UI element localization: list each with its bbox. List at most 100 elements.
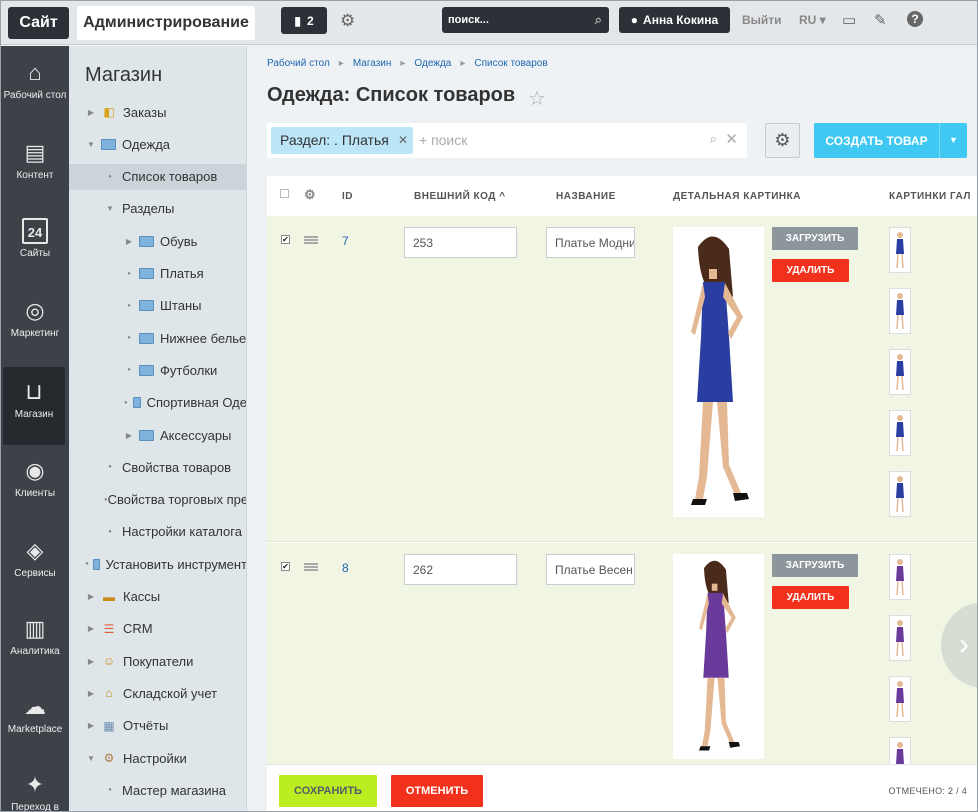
name-input[interactable]: Платье Модни xyxy=(546,227,635,258)
sidebar-item-7[interactable]: ● Нижнее белье xyxy=(69,325,246,351)
select-all-checkbox[interactable] xyxy=(280,189,289,198)
sidebar-item-8[interactable]: ● Футболки xyxy=(69,357,246,383)
sidebar-item-3[interactable]: ▼ Разделы xyxy=(69,196,246,222)
filter-search-bar[interactable]: Раздел: . Платья ✕ + поиск ⌕ ✕ xyxy=(267,123,747,158)
external-code-input[interactable]: 262 xyxy=(404,554,517,585)
nav-item-4[interactable]: ⊔ Магазин xyxy=(3,367,65,445)
gallery-thumbnail[interactable] xyxy=(889,410,911,456)
nav-item-2[interactable]: 24 Сайты xyxy=(1,206,69,284)
external-code-input[interactable]: 253 xyxy=(404,227,517,258)
upload-button[interactable]: ЗАГРУЗИТЬ xyxy=(772,554,858,577)
chevron-right-icon[interactable]: ▶ xyxy=(85,624,97,633)
create-product-button[interactable]: СОЗДАТЬ ТОВАР ▼ xyxy=(814,123,967,158)
chevron-down-icon[interactable]: ▼ xyxy=(104,204,116,213)
column-name[interactable]: НАЗВАНИЕ xyxy=(556,191,616,202)
nav-item-6[interactable]: ◈ Сервисы xyxy=(1,526,69,604)
chevron-right-icon[interactable]: ▶ xyxy=(85,108,97,117)
drag-handle-icon[interactable] xyxy=(304,236,318,244)
sidebar-item-20[interactable]: ▼ ⚙ Настройки xyxy=(69,745,246,771)
table-row[interactable]: ✔ 8 262 Платье Весен ЗАГРУЗИТЬ УДАЛИТЬ xyxy=(267,543,977,764)
chevron-right-icon[interactable]: ▶ xyxy=(85,721,97,730)
gallery-thumbnail[interactable] xyxy=(889,288,911,334)
sidebar-item-19[interactable]: ▶ ▦ Отчёты xyxy=(69,713,246,739)
gallery-thumbnail[interactable] xyxy=(889,615,911,661)
sidebar-item-6[interactable]: ● Штаны xyxy=(69,293,246,319)
sidebar-item-18[interactable]: ▶ ⌂ Складской учет xyxy=(69,680,246,706)
nav-item-1[interactable]: ▤ Контент xyxy=(1,128,69,206)
help-icon[interactable]: ? xyxy=(907,11,923,27)
filter-chip[interactable]: Раздел: . Платья ✕ xyxy=(271,127,413,154)
settings-button[interactable]: ⚙ xyxy=(765,123,800,158)
breadcrumb-item[interactable]: Магазин xyxy=(353,58,392,69)
chevron-down-icon[interactable]: ▼ xyxy=(85,140,97,149)
table-row[interactable]: ✔ 7 253 Платье Модни ЗАГРУЗИТЬ УДАЛИТЬ xyxy=(267,216,977,542)
gallery-thumbnail[interactable] xyxy=(889,349,911,395)
search-icon[interactable]: ⌕ xyxy=(595,12,602,28)
logout-link[interactable]: Выйти xyxy=(742,13,782,27)
close-icon[interactable]: ✕ xyxy=(398,133,408,147)
column-gallery[interactable]: КАРТИНКИ ГАЛ xyxy=(889,191,971,202)
language-selector[interactable]: RU ▾ xyxy=(799,13,826,27)
sidebar-item-17[interactable]: ▶ ☺ Покупатели xyxy=(69,648,246,674)
column-external-code[interactable]: ВНЕШНИЙ КОД ^ xyxy=(414,191,506,202)
sidebar-item-13[interactable]: ● Настройки каталога xyxy=(69,519,246,545)
sidebar-item-11[interactable]: ● Свойства товаров xyxy=(69,454,246,480)
gallery-thumbnail[interactable] xyxy=(889,676,911,722)
row-checkbox[interactable]: ✔ xyxy=(281,562,290,571)
notifications-button[interactable]: ▮ 2 xyxy=(281,7,327,34)
gallery-thumbnail[interactable] xyxy=(889,227,911,273)
sidebar-item-21[interactable]: ● Мастер магазина xyxy=(69,777,246,803)
sidebar-item-10[interactable]: ▶ Аксессуары xyxy=(69,422,246,448)
nav-item-0[interactable]: ⌂ Рабочий стол xyxy=(1,48,69,126)
global-search-input[interactable]: поиск... ⌕ xyxy=(442,7,609,33)
nav-item-7[interactable]: ▥ Аналитика xyxy=(1,604,69,682)
sidebar-item-0[interactable]: ▶ ◧ Заказы xyxy=(69,99,246,125)
chevron-right-icon[interactable]: ▶ xyxy=(123,237,135,246)
sidebar-item-12[interactable]: ● Свойства торговых пре xyxy=(69,487,246,513)
nav-item-5[interactable]: ◉ Клиенты xyxy=(1,446,69,524)
site-tab[interactable]: Сайт xyxy=(8,7,69,39)
chevron-down-icon[interactable]: ▼ xyxy=(939,123,967,158)
delete-button[interactable]: УДАЛИТЬ xyxy=(772,586,849,609)
nav-item-3[interactable]: ◎ Маркетинг xyxy=(1,286,69,364)
admin-tab[interactable]: Администрирование xyxy=(77,6,255,40)
sidebar-item-15[interactable]: ▶ ▬ Кассы xyxy=(69,584,246,610)
save-button[interactable]: СОХРАНИТЬ xyxy=(279,775,377,807)
name-input[interactable]: Платье Весен xyxy=(546,554,635,585)
column-detail-picture[interactable]: ДЕТАЛЬНАЯ КАРТИНКА xyxy=(673,191,801,202)
sidebar-item-16[interactable]: ▶ ☰ CRM xyxy=(69,616,246,642)
keyboard-icon[interactable]: ▭ xyxy=(842,11,856,29)
nav-item-8[interactable]: ☁ Marketplace xyxy=(1,682,69,760)
search-icon[interactable]: ⌕ xyxy=(710,131,717,147)
chevron-down-icon[interactable]: ▼ xyxy=(85,754,97,763)
gallery-thumbnail[interactable] xyxy=(889,554,911,600)
delete-button[interactable]: УДАЛИТЬ xyxy=(772,259,849,282)
chevron-right-icon[interactable]: ▶ xyxy=(85,657,97,666)
breadcrumb-item[interactable]: Список товаров xyxy=(474,58,547,69)
breadcrumb-item[interactable]: Рабочий стол xyxy=(267,58,330,69)
star-icon[interactable]: ☆ xyxy=(528,86,546,111)
chevron-right-icon[interactable]: ▶ xyxy=(85,592,97,601)
user-menu-button[interactable]: ● Анна Кокина xyxy=(619,7,730,33)
sidebar-item-5[interactable]: ● Платья xyxy=(69,261,246,287)
sidebar-item-1[interactable]: ▼ Одежда xyxy=(69,131,246,157)
sidebar-item-2[interactable]: ● Список товаров xyxy=(69,163,246,190)
filter-search-input[interactable]: + поиск xyxy=(419,132,467,148)
pin-icon[interactable]: ✎ xyxy=(874,11,887,29)
chevron-right-icon[interactable]: ▶ xyxy=(85,689,97,698)
gear-icon[interactable]: ⚙ xyxy=(304,187,316,203)
sidebar-item-9[interactable]: ● Спортивная Оде xyxy=(69,390,246,416)
gallery-thumbnail[interactable] xyxy=(889,471,911,517)
clear-icon[interactable]: ✕ xyxy=(725,130,738,148)
drag-handle-icon[interactable] xyxy=(304,563,318,571)
row-id[interactable]: 8 xyxy=(342,561,349,575)
gallery-thumbnail[interactable] xyxy=(889,737,911,764)
column-id[interactable]: ID xyxy=(342,191,353,202)
nav-item-9[interactable]: ✦ Переход в xyxy=(1,760,69,811)
cancel-button[interactable]: ОТМЕНИТЬ xyxy=(391,775,483,807)
chevron-right-icon[interactable]: ▶ xyxy=(123,431,135,440)
gear-icon[interactable]: ⚙ xyxy=(340,11,355,31)
row-checkbox[interactable]: ✔ xyxy=(281,235,290,244)
upload-button[interactable]: ЗАГРУЗИТЬ xyxy=(772,227,858,250)
sidebar-item-4[interactable]: ▶ Обувь xyxy=(69,228,246,254)
